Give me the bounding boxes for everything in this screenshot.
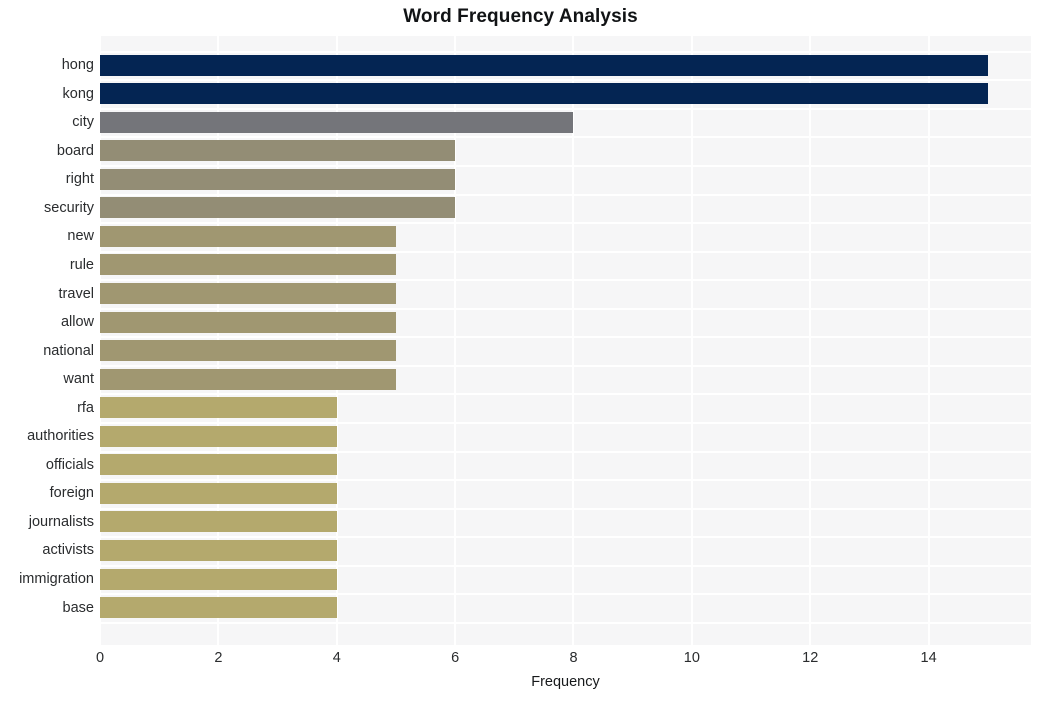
bar-series bbox=[100, 36, 1031, 645]
y-axis-tick-label: officials bbox=[45, 456, 94, 473]
y-axis-tick-label: city bbox=[72, 114, 94, 131]
word-frequency-bar-chart: Word Frequency Analysis hong kong city boar… bbox=[0, 0, 1041, 701]
bar bbox=[100, 225, 396, 247]
y-axis-tick-label: authorities bbox=[27, 428, 94, 445]
y-axis-tick-label: foreign bbox=[49, 485, 94, 502]
bar bbox=[100, 482, 337, 504]
bar bbox=[100, 454, 337, 476]
y-axis-tick-label: want bbox=[63, 371, 94, 388]
x-axis-tick-label: 8 bbox=[569, 650, 578, 666]
bar bbox=[100, 111, 574, 133]
bar bbox=[100, 197, 456, 219]
y-axis-tick-label: kong bbox=[62, 85, 94, 102]
y-axis-tick-label: journalists bbox=[28, 513, 94, 530]
x-axis-tick-label: 14 bbox=[920, 650, 937, 666]
y-axis-tick-label: rule bbox=[69, 256, 94, 273]
bar bbox=[100, 368, 396, 390]
plot-area bbox=[100, 36, 1031, 645]
y-axis-tick-label: rfa bbox=[77, 399, 94, 416]
bar bbox=[100, 397, 337, 419]
bar bbox=[100, 539, 337, 561]
bar bbox=[100, 168, 456, 190]
x-axis-tick-label: 4 bbox=[332, 650, 341, 666]
x-axis-tick-label: 2 bbox=[214, 650, 223, 666]
x-axis-tick-label: 0 bbox=[95, 650, 105, 666]
y-axis-tick-label: travel bbox=[58, 285, 94, 302]
bar bbox=[100, 54, 988, 76]
chart-title: Word Frequency Analysis bbox=[403, 6, 638, 27]
x-axis-tick-labels: 0 2 4 6 8 10 12 14 bbox=[0, 650, 1041, 672]
bar bbox=[100, 425, 337, 447]
x-axis-tick-label: 10 bbox=[683, 650, 700, 666]
bar bbox=[100, 311, 396, 333]
bar bbox=[100, 340, 396, 362]
y-axis-tick-label: national bbox=[43, 342, 94, 359]
x-axis-tick-label: 12 bbox=[802, 650, 819, 666]
y-axis-tick-label: security bbox=[44, 199, 94, 216]
x-axis-title: Frequency bbox=[531, 674, 600, 690]
y-axis-tick-label: new bbox=[67, 228, 94, 245]
y-axis-tick-label: base bbox=[62, 599, 94, 616]
bar bbox=[100, 254, 396, 276]
y-axis-tick-label: immigration bbox=[19, 571, 94, 588]
bar bbox=[100, 83, 988, 105]
bar bbox=[100, 568, 337, 590]
y-axis-tick-label: right bbox=[65, 171, 94, 188]
bar bbox=[100, 283, 396, 305]
bar bbox=[100, 140, 456, 162]
y-axis-tick-label: allow bbox=[60, 314, 94, 331]
y-axis-tick-label: board bbox=[56, 142, 94, 159]
y-axis-tick-labels: hong kong city board right security new rule tra… bbox=[0, 36, 94, 645]
bar bbox=[100, 511, 337, 533]
y-axis-tick-label: activists bbox=[42, 542, 94, 559]
bar bbox=[100, 597, 337, 619]
y-axis-tick-label: hong bbox=[61, 57, 94, 74]
x-axis-tick-label: 6 bbox=[451, 650, 460, 666]
